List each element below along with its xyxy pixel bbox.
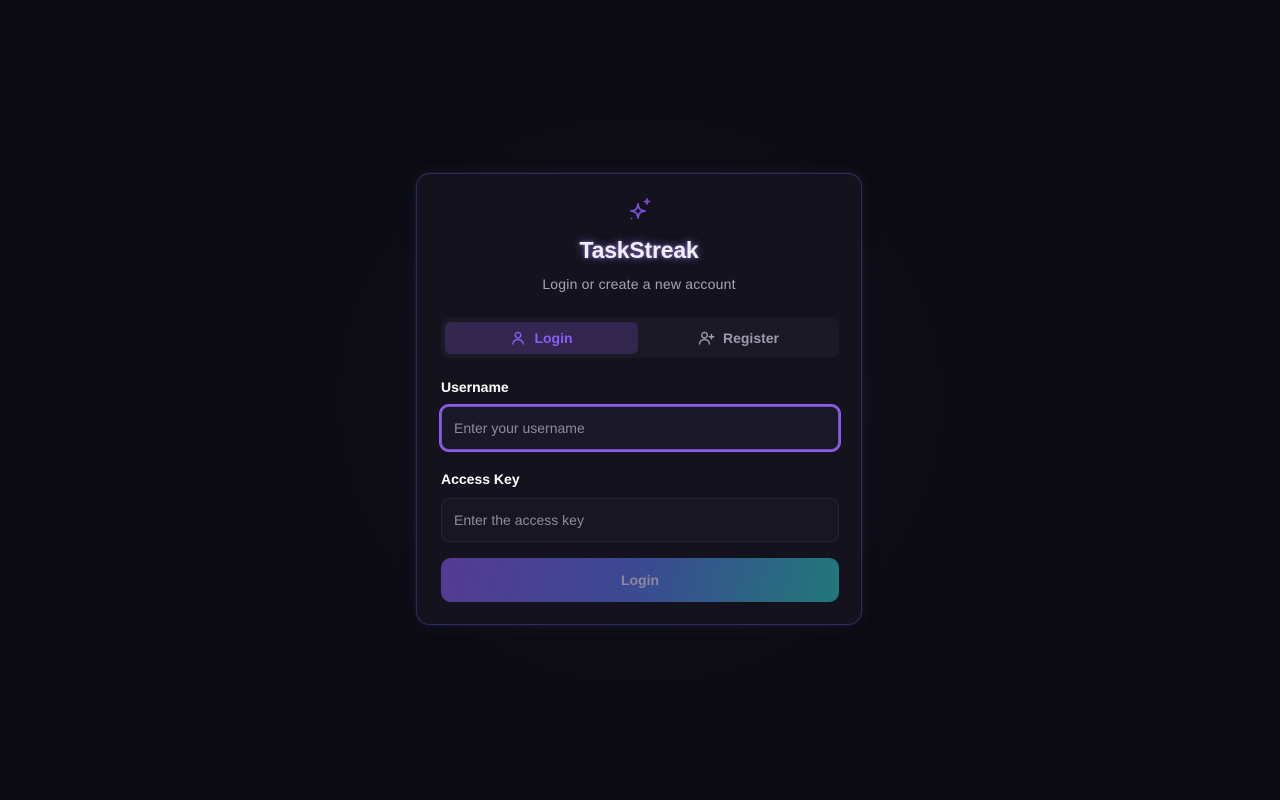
login-submit-button[interactable]: Login bbox=[441, 558, 839, 602]
user-plus-icon bbox=[698, 331, 715, 345]
auth-card: TaskStreak Login or create a new account… bbox=[416, 173, 862, 625]
app-subtitle: Login or create a new account bbox=[542, 276, 736, 292]
sparkles-icon bbox=[630, 198, 651, 220]
access-key-input[interactable] bbox=[441, 498, 839, 542]
access-key-field-wrapper bbox=[441, 498, 839, 542]
tab-register[interactable]: Register bbox=[642, 322, 835, 354]
tab-login[interactable]: Login bbox=[445, 322, 638, 354]
username-field-wrapper bbox=[441, 406, 839, 450]
user-icon bbox=[512, 331, 525, 345]
tab-register-label: Register bbox=[722, 330, 780, 346]
access-key-label: Access Key bbox=[441, 471, 520, 487]
auth-tabs: Login Register bbox=[441, 318, 839, 358]
app-title: TaskStreak bbox=[579, 237, 699, 263]
username-input[interactable] bbox=[441, 406, 839, 450]
username-label: Username bbox=[441, 379, 509, 395]
page-background: TaskStreak Login or create a new account… bbox=[0, 0, 1280, 800]
tab-login-label: Login bbox=[534, 330, 573, 346]
